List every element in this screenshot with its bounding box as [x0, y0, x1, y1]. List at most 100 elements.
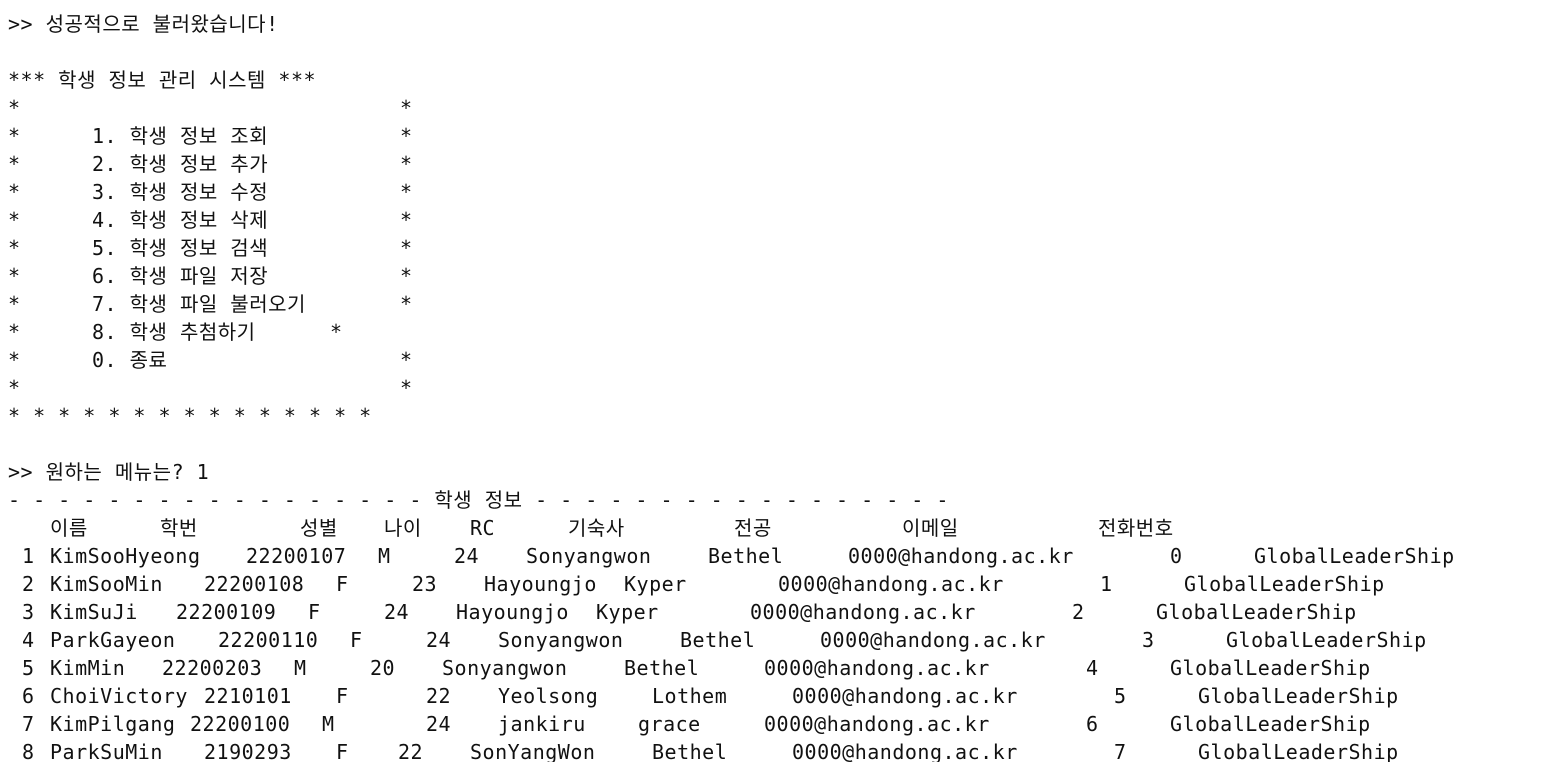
- student-id: 22200203: [162, 656, 263, 680]
- menu-item-label: 1. 학생 정보 조회: [92, 124, 269, 148]
- student-age: 24: [426, 628, 452, 652]
- student-name: ParkGayeon: [50, 628, 176, 652]
- student-phone: 4: [1086, 656, 1099, 680]
- menu-item-label: 7. 학생 파일 불러오기: [92, 292, 306, 316]
- menu-border-right: *: [400, 376, 413, 400]
- row-index: 8: [22, 740, 35, 762]
- student-dorm: Bethel: [652, 740, 728, 762]
- student-id: 22200110: [218, 628, 319, 652]
- menu-bottom-border: * * * * * * * * * * * * * * *: [8, 404, 372, 428]
- student-rc: Hayoungjo: [484, 572, 597, 596]
- student-phone: 1: [1100, 572, 1113, 596]
- menu-border-right: *: [400, 124, 413, 148]
- student-age: 24: [426, 712, 452, 736]
- student-dorm: grace: [638, 712, 701, 736]
- student-email: 0000@handong.ac.kr: [848, 544, 1074, 568]
- table-row: 4 ParkGayeon 22200110 F 24 Sonyangwon Bethel 00…: [0, 626, 1550, 654]
- student-email: 0000@handong.ac.kr: [750, 600, 976, 624]
- menu-item-label: 8. 학생 추첨하기: [92, 320, 256, 344]
- student-email: 0000@handong.ac.kr: [792, 740, 1018, 762]
- menu-item-label: 4. 학생 정보 삭제: [92, 208, 269, 232]
- row-index: 4: [22, 628, 35, 652]
- student-age: 24: [384, 600, 410, 624]
- menu-item: * 2. 학생 정보 추가 *: [8, 150, 418, 178]
- menu-border-right: *: [400, 152, 413, 176]
- menu-item: * 5. 학생 정보 검색 *: [8, 234, 418, 262]
- row-index: 7: [22, 712, 35, 736]
- student-phone: 3: [1142, 628, 1155, 652]
- student-dorm: Bethel: [680, 628, 756, 652]
- menu-row-empty: * *: [8, 374, 418, 402]
- student-age: 22: [426, 684, 452, 708]
- student-rc: Yeolsong: [498, 684, 599, 708]
- student-email: 0000@handong.ac.kr: [820, 628, 1046, 652]
- student-major: GlobalLeaderShip: [1226, 628, 1427, 652]
- menu-item-label: 6. 학생 파일 저장: [92, 264, 269, 288]
- student-rc: Hayoungjo: [456, 600, 569, 624]
- menu-item-label: 2. 학생 정보 추가: [92, 152, 269, 176]
- student-id: 22200107: [246, 544, 347, 568]
- menu-border-right: *: [400, 96, 413, 120]
- row-index: 3: [22, 600, 35, 624]
- student-major: GlobalLeaderShip: [1170, 656, 1371, 680]
- student-major: GlobalLeaderShip: [1198, 684, 1399, 708]
- table-row: 2 KimSooMin 22200108 F 23 Hayoungjo Kyper 0000@…: [0, 570, 1550, 598]
- menu-border-right: *: [400, 180, 413, 204]
- menu-border-right: *: [400, 236, 413, 260]
- menu-prompt: >> 원하는 메뉴는? 1: [8, 460, 210, 484]
- student-rc: Sonyangwon: [442, 656, 568, 680]
- header-student-id: 학번: [160, 516, 198, 540]
- menu-item: * 0. 종료 *: [8, 346, 418, 374]
- student-phone: 6: [1086, 712, 1099, 736]
- student-name: KimSooMin: [50, 572, 163, 596]
- student-email: 0000@handong.ac.kr: [764, 656, 990, 680]
- student-dorm: Kyper: [596, 600, 659, 624]
- student-name: KimSuJi: [50, 600, 138, 624]
- menu-item: * 6. 학생 파일 저장 *: [8, 262, 418, 290]
- menu-item: * 8. 학생 추첨하기 *: [8, 318, 418, 346]
- student-gender: F: [336, 740, 349, 762]
- table-row: 7 KimPilgang 22200100 M 24 jankiru grace 0000@h…: [0, 710, 1550, 738]
- student-email: 0000@handong.ac.kr: [792, 684, 1018, 708]
- student-email: 0000@handong.ac.kr: [764, 712, 990, 736]
- menu-item: * 1. 학생 정보 조회 *: [8, 122, 418, 150]
- menu-border-left: *: [8, 180, 21, 204]
- student-major: GlobalLeaderShip: [1254, 544, 1455, 568]
- student-rc: jankiru: [498, 712, 586, 736]
- table-row: 8 ParkSuMin 2190293 F 22 SonYangWon Bethel 0000…: [0, 738, 1550, 762]
- menu-item-label: 5. 학생 정보 검색: [92, 236, 269, 260]
- menu-item: * 4. 학생 정보 삭제 *: [8, 206, 418, 234]
- section-title: - - - - - - - - - - - - - - - - - 학생 정보 …: [8, 488, 949, 512]
- student-phone: 2: [1072, 600, 1085, 624]
- header-major: 전공: [734, 516, 772, 540]
- row-index: 2: [22, 572, 35, 596]
- header-age: 나이: [384, 516, 422, 540]
- student-dorm: Bethel: [708, 544, 784, 568]
- menu-item: * 3. 학생 정보 수정 *: [8, 178, 418, 206]
- student-name: ParkSuMin: [50, 740, 163, 762]
- student-major: GlobalLeaderShip: [1156, 600, 1357, 624]
- student-gender: F: [350, 628, 363, 652]
- student-dorm: Lothem: [652, 684, 728, 708]
- menu-item: * 7. 학생 파일 불러오기 *: [8, 290, 418, 318]
- student-major: GlobalLeaderShip: [1184, 572, 1385, 596]
- menu-border-left: *: [8, 96, 21, 120]
- table-row: 3 KimSuJi 22200109 F 24 Hayoungjo Kyper 0000@ha…: [0, 598, 1550, 626]
- student-phone: 0: [1170, 544, 1183, 568]
- menu-row-empty: * *: [8, 94, 418, 122]
- student-gender: M: [378, 544, 391, 568]
- student-major: GlobalLeaderShip: [1170, 712, 1371, 736]
- student-age: 24: [454, 544, 480, 568]
- menu-item-label: 3. 학생 정보 수정: [92, 180, 269, 204]
- student-name: KimSooHyeong: [50, 544, 201, 568]
- student-id: 2190293: [204, 740, 292, 762]
- menu-border-right: *: [400, 292, 413, 316]
- student-id: 22200108: [204, 572, 305, 596]
- student-rc: SonYangWon: [470, 740, 596, 762]
- student-dorm: Kyper: [624, 572, 687, 596]
- menu-border-right: *: [400, 348, 413, 372]
- student-email: 0000@handong.ac.kr: [778, 572, 1004, 596]
- menu-border-left: *: [8, 264, 21, 288]
- student-name: ChoiVictory: [50, 684, 188, 708]
- student-gender: M: [294, 656, 307, 680]
